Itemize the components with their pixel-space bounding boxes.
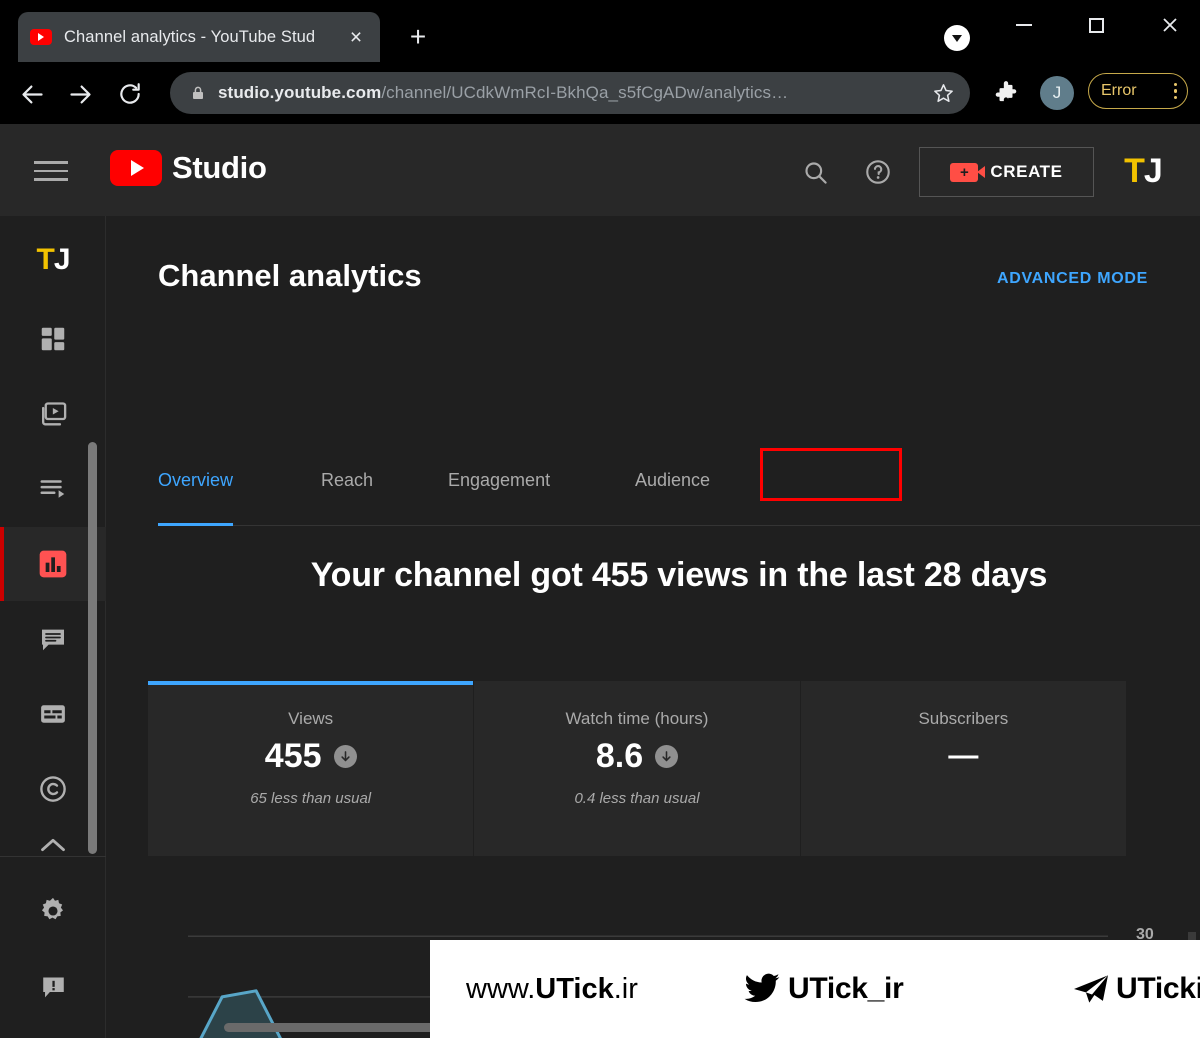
youtube-favicon (30, 29, 52, 45)
three-dot-menu-icon[interactable] (1173, 82, 1177, 100)
window-close-button[interactable] (1146, 4, 1194, 46)
video-stack-icon (38, 399, 69, 430)
sidebar-avatar-second: J (53, 243, 71, 276)
sidebar-divider (0, 856, 106, 857)
metric-card-subscribers[interactable]: Subscribers — (799, 681, 1126, 856)
screenshot-root: Channel analytics - YouTube Stud × + stu… (0, 0, 1200, 1038)
watermark-site-name: UTick (535, 972, 614, 1005)
subtitles-icon (38, 699, 68, 729)
avatar[interactable]: TJ (1118, 150, 1168, 192)
metric-cards: Views 455 65 less than usual Watch time … (148, 681, 1126, 856)
metric-card-value: 8.6 (595, 737, 644, 775)
profile-avatar[interactable]: J (1040, 76, 1074, 110)
create-button[interactable]: + CREATE (919, 147, 1094, 197)
studio-logo-text: Studio (172, 150, 267, 185)
metric-card-value-row: 455 (265, 737, 357, 776)
hamburger-icon[interactable] (34, 152, 72, 190)
watermark-telegram-handle: UTickir (1116, 972, 1200, 1005)
reload-icon[interactable] (108, 72, 152, 116)
error-badge-label: Error (1101, 82, 1137, 99)
watermark-twitter-handle: UTick_ir (788, 972, 904, 1005)
bar-chart-icon (37, 548, 69, 580)
analytics-tabs: Overview Reach Engagement Audience (158, 448, 1200, 526)
metric-card-views[interactable]: Views 455 65 less than usual (148, 681, 474, 856)
chevron-up-icon (39, 835, 67, 855)
avatar-initial-first: T (1124, 151, 1145, 190)
metric-card-watch-time[interactable]: Watch time (hours) 8.6 0.4 less than usu… (473, 681, 800, 856)
metric-card-value-row: 8.6 (595, 737, 679, 776)
error-badge[interactable]: Error (1088, 73, 1188, 109)
twitter-bird-icon (740, 970, 784, 1008)
audience-tab-highlight-box (760, 448, 902, 501)
search-icon[interactable] (793, 150, 837, 194)
sidebar-avatar-first: T (36, 243, 54, 276)
window-maximize-button[interactable] (1072, 4, 1120, 46)
metric-card-label: Subscribers (918, 709, 1009, 728)
copyright-icon (38, 774, 68, 804)
tab-reach[interactable]: Reach (321, 466, 373, 526)
advanced-mode-button[interactable]: ADVANCED MODE (997, 270, 1148, 288)
analytics-main: Channel analytics ADVANCED MODE Overview… (106, 216, 1200, 1038)
page-title: Channel analytics (158, 258, 422, 293)
puzzle-icon[interactable] (988, 76, 1024, 110)
tab-audience[interactable]: Audience (635, 466, 710, 526)
arrow-down-icon (655, 745, 679, 768)
metric-card-label: Watch time (hours) (565, 709, 709, 728)
avatar-initial-second: J (1143, 151, 1163, 190)
youtube-studio-app: Studio + CREATE TJ T J Channel analytics… (0, 124, 1200, 1038)
sidebar-scrollbar[interactable] (88, 442, 97, 854)
url-host: studio.youtube.com (218, 83, 382, 102)
watermark-site-suffix: .ir (613, 972, 638, 1005)
youtube-studio-logo[interactable]: Studio (110, 150, 267, 186)
help-circle-icon[interactable] (856, 150, 900, 194)
arrow-down-icon (333, 745, 357, 768)
telegram-plane-icon (1070, 972, 1112, 1006)
tab-overview[interactable]: Overview (158, 466, 234, 526)
sidebar-item-content[interactable] (0, 377, 106, 451)
sidebar-item-send-feedback[interactable] (0, 949, 106, 1023)
gear-icon (37, 895, 69, 927)
close-icon[interactable]: × (344, 27, 368, 48)
create-button-label: CREATE (990, 162, 1063, 181)
metric-card-subtext: 65 less than usual (250, 790, 372, 807)
comment-icon (38, 624, 68, 654)
feedback-icon (39, 972, 68, 1001)
playlist-icon (38, 474, 68, 504)
url-text: studio.youtube.com/channel/UCdkWmRcI-Bkh… (218, 83, 956, 103)
sidebar-item-settings[interactable] (0, 874, 106, 948)
browser-tab-title: Channel analytics - YouTube Stud (64, 27, 316, 46)
back-icon[interactable] (10, 72, 54, 116)
lock-icon (190, 85, 206, 101)
video-camera-plus-icon: + (950, 162, 986, 182)
metric-card-value: — (948, 739, 979, 772)
browser-titlebar: Channel analytics - YouTube Stud × + (0, 0, 1200, 62)
star-icon[interactable] (925, 75, 961, 111)
forward-icon[interactable] (58, 72, 102, 116)
browser-tab[interactable]: Channel analytics - YouTube Stud × (18, 12, 380, 62)
dashboard-grid-icon (38, 324, 68, 354)
watermark-bar: www.UTick.ir UTick_ir UTickir (430, 940, 1200, 1038)
watermark-twitter: UTick_ir (740, 970, 904, 1008)
url-path: /channel/UCdkWmRcI-BkhQa_s5fCgADw/analyt… (381, 83, 789, 102)
watermark-telegram: UTickir (1070, 972, 1200, 1006)
analytics-headline: Your channel got 455 views in the last 2… (310, 556, 1048, 594)
tab-engagement[interactable]: Engagement (448, 466, 550, 526)
studio-sidebar: TJ (0, 216, 106, 1038)
youtube-play-icon (110, 150, 162, 186)
download-icon[interactable] (944, 25, 970, 51)
window-minimize-button[interactable] (1000, 4, 1048, 46)
metric-card-subtext: 0.4 less than usual (574, 790, 700, 807)
sidebar-channel-avatar[interactable]: TJ (26, 238, 80, 282)
studio-header: Studio + CREATE TJ (0, 124, 1200, 216)
metric-card-label: Views (288, 709, 334, 728)
sidebar-item-dashboard[interactable] (0, 302, 106, 376)
new-tab-button[interactable]: + (400, 22, 436, 54)
metric-card-value: 455 (264, 737, 322, 775)
address-bar[interactable]: studio.youtube.com/channel/UCdkWmRcI-Bkh… (170, 72, 970, 114)
watermark-site-prefix: www. (466, 972, 536, 1005)
watermark-website: www. UTick .ir (466, 973, 638, 1006)
